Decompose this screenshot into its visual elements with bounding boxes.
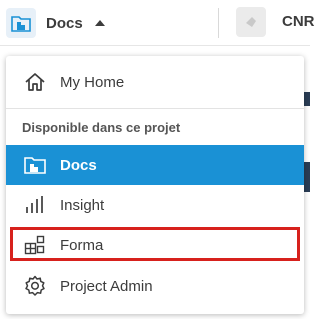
project-icon[interactable] — [236, 7, 266, 37]
caret-up-icon — [94, 20, 105, 26]
gear-icon — [22, 273, 48, 299]
insight-chart-icon — [22, 192, 48, 218]
menu-item-project-admin[interactable]: Project Admin — [6, 266, 304, 306]
menu-item-label: Docs — [60, 156, 97, 174]
menu-item-label: Project Admin — [60, 277, 153, 295]
menu-item-label: My Home — [60, 73, 125, 91]
app-name: Docs — [46, 14, 83, 32]
home-icon — [22, 69, 48, 95]
app-dropdown-menu: My Home Disponible dans ce projet Docs I… — [6, 56, 304, 314]
docs-app-icon — [6, 8, 36, 38]
project-name[interactable]: CNR — [282, 13, 315, 30]
background-strip — [304, 162, 310, 192]
app-switcher-button[interactable]: Docs — [6, 7, 105, 39]
menu-item-my-home[interactable]: My Home — [6, 62, 304, 102]
divider — [218, 8, 219, 38]
docs-folder-icon — [22, 152, 48, 178]
highlight-box — [10, 227, 300, 261]
background-strip — [304, 92, 310, 106]
separator — [6, 108, 304, 109]
top-bar: Docs CNR — [0, 0, 315, 46]
menu-item-label: Insight — [60, 196, 105, 214]
section-label: Disponible dans ce projet — [22, 120, 181, 135]
menu-item-docs[interactable]: Docs — [6, 145, 304, 185]
menu-item-insight[interactable]: Insight — [6, 185, 304, 225]
